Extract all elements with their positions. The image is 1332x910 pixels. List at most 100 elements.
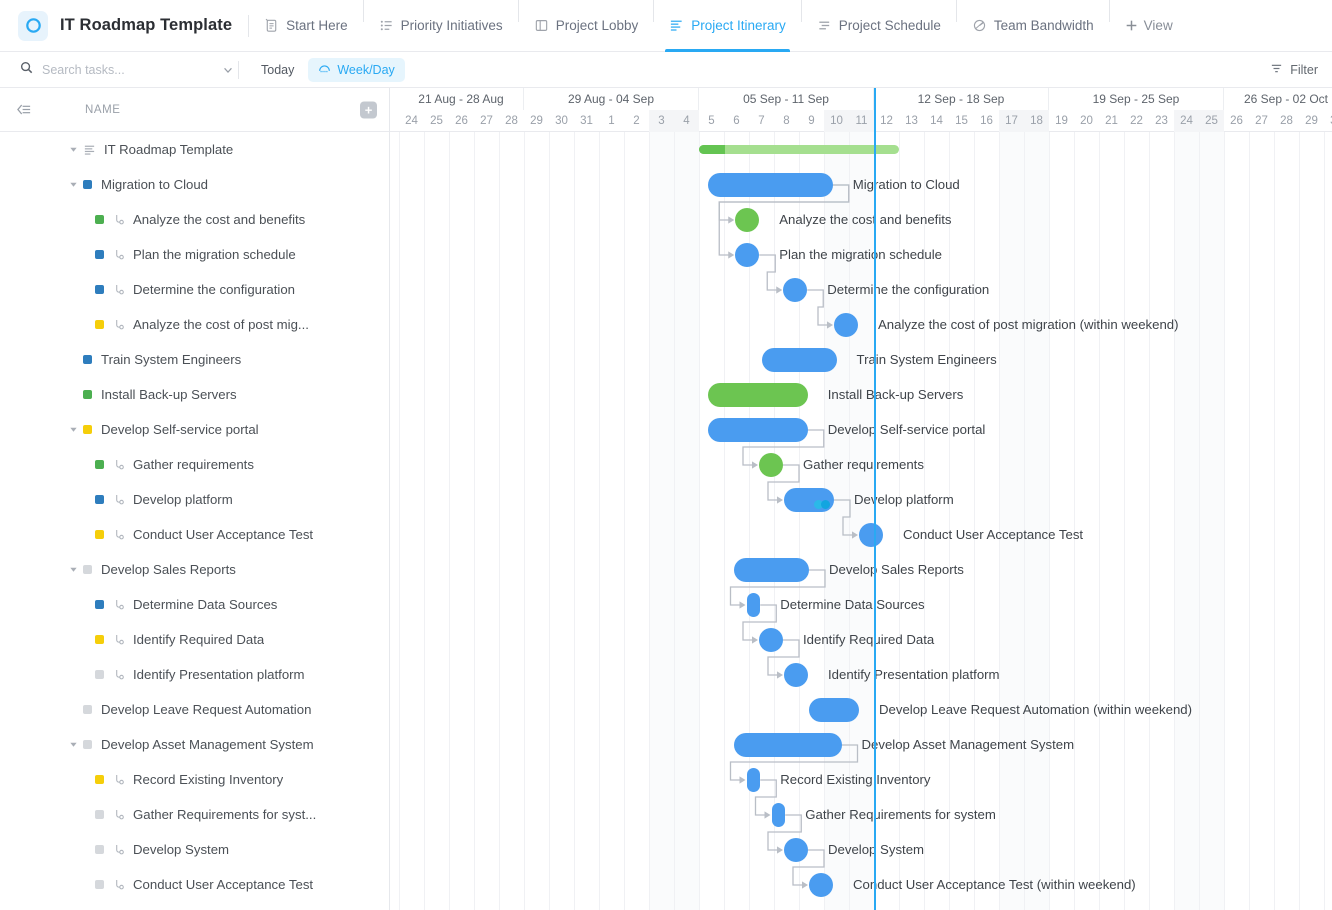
add-view-button[interactable]: View — [1112, 0, 1186, 52]
status-badge — [95, 880, 104, 889]
chevron-down-icon[interactable] — [66, 143, 80, 157]
tab-label: View — [1144, 18, 1173, 33]
main-area: NAME + IT Roadmap TemplateMigration to C… — [0, 88, 1332, 910]
task-row-14[interactable]: Identify Required Data — [0, 622, 389, 657]
chevron-down-icon[interactable] — [66, 738, 80, 752]
gantt-bar[interactable] — [772, 803, 786, 827]
task-row-10[interactable]: Develop platform — [0, 482, 389, 517]
collapse-sidebar-icon[interactable] — [12, 98, 37, 121]
tab-label: Project Schedule — [839, 18, 941, 33]
day-header-cell: 23 — [1149, 110, 1174, 132]
task-name-label: Develop Asset Management System — [101, 737, 314, 752]
divider — [238, 61, 239, 79]
week-header-cell: 05 Sep - 11 Sep — [699, 88, 874, 110]
task-row-2[interactable]: Analyze the cost and benefits — [0, 202, 389, 237]
day-header-cell: 28 — [499, 110, 524, 132]
tab-project-schedule[interactable]: Project Schedule — [804, 0, 954, 52]
status-badge — [95, 845, 104, 854]
gantt-bar[interactable] — [708, 173, 833, 197]
gantt-milestone[interactable] — [859, 523, 883, 547]
gantt-bar[interactable] — [734, 733, 842, 757]
gantt-milestone[interactable] — [759, 628, 783, 652]
tab-team-bandwidth[interactable]: Team Bandwidth — [959, 0, 1107, 52]
task-row-8[interactable]: Develop Self-service portal — [0, 412, 389, 447]
task-name-label: Record Existing Inventory — [133, 772, 283, 787]
gantt-bar[interactable] — [809, 698, 859, 722]
project-progress-bar[interactable] — [699, 145, 899, 154]
add-column-button[interactable]: + — [360, 101, 377, 118]
search-box[interactable] — [20, 61, 234, 79]
status-badge — [95, 215, 104, 224]
task-name-label: Analyze the cost of post mig... — [133, 317, 309, 332]
circle-logo-icon — [18, 11, 48, 41]
gantt-bar[interactable] — [747, 768, 761, 792]
gantt-row-16: Develop Leave Request Automation (within… — [390, 692, 1332, 727]
gantt-bar[interactable] — [762, 348, 837, 372]
task-row-1[interactable]: Migration to Cloud — [0, 167, 389, 202]
gantt-milestone[interactable] — [784, 663, 808, 687]
tab-project-lobby[interactable]: Project Lobby — [521, 0, 652, 52]
task-row-3[interactable]: Plan the migration schedule — [0, 237, 389, 272]
task-row-11[interactable]: Conduct User Acceptance Test — [0, 517, 389, 552]
gantt-milestone[interactable] — [735, 208, 759, 232]
gantt-row-20: Develop System — [390, 832, 1332, 867]
tab-project-itinerary[interactable]: Project Itinerary — [656, 0, 799, 52]
status-badge — [95, 600, 104, 609]
chevron-down-icon[interactable] — [66, 423, 80, 437]
task-row-13[interactable]: Determine Data Sources — [0, 587, 389, 622]
divider — [653, 0, 654, 22]
gantt-bar-label: Conduct User Acceptance Test — [903, 517, 1083, 552]
subtask-icon — [113, 633, 126, 646]
gantt-bar[interactable] — [747, 593, 761, 617]
task-row-15[interactable]: Identify Presentation platform — [0, 657, 389, 692]
tab-priority-initiatives[interactable]: Priority Initiatives — [366, 0, 516, 52]
gantt-milestone[interactable] — [759, 453, 783, 477]
task-row-0[interactable]: IT Roadmap Template — [0, 132, 389, 167]
board-icon — [534, 18, 549, 33]
day-header-cell: 30 — [1324, 110, 1332, 132]
status-badge — [95, 250, 104, 259]
chevron-down-icon[interactable] — [66, 178, 80, 192]
day-header-row: 2425262728293031123456789101112131415161… — [390, 110, 1332, 132]
task-row-12[interactable]: Develop Sales Reports — [0, 552, 389, 587]
task-row-19[interactable]: Gather Requirements for syst... — [0, 797, 389, 832]
zoom-level-button[interactable]: Week/Day — [308, 58, 404, 82]
task-row-20[interactable]: Develop System — [0, 832, 389, 867]
week-header-cell: 19 Sep - 25 Sep — [1049, 88, 1224, 110]
task-row-18[interactable]: Record Existing Inventory — [0, 762, 389, 797]
gantt-bar[interactable] — [734, 558, 809, 582]
gantt-milestone[interactable] — [735, 243, 759, 267]
day-header-cell: 2 — [624, 110, 649, 132]
week-header-cell: 12 Sep - 18 Sep — [874, 88, 1049, 110]
day-header-cell: 24 — [1174, 110, 1199, 132]
task-name-label: Develop Leave Request Automation — [101, 702, 311, 717]
filter-button[interactable]: Filter — [1270, 62, 1318, 78]
day-header-cell: 22 — [1124, 110, 1149, 132]
gantt-row-7: Install Back-up Servers — [390, 377, 1332, 412]
task-name-label: Conduct User Acceptance Test — [133, 527, 313, 542]
task-row-7[interactable]: Install Back-up Servers — [0, 377, 389, 412]
today-button[interactable]: Today — [253, 60, 302, 80]
tab-start-here[interactable]: Start Here — [251, 0, 361, 52]
subtask-icon — [113, 773, 126, 786]
task-row-4[interactable]: Determine the configuration — [0, 272, 389, 307]
search-input[interactable] — [42, 63, 202, 77]
gantt-milestone[interactable] — [834, 313, 858, 337]
task-row-5[interactable]: Analyze the cost of post mig... — [0, 307, 389, 342]
gantt-milestone[interactable] — [784, 838, 808, 862]
subtask-icon — [113, 668, 126, 681]
gantt-milestone[interactable] — [809, 873, 833, 897]
chevron-down-icon[interactable] — [66, 563, 80, 577]
task-row-16[interactable]: Develop Leave Request Automation — [0, 692, 389, 727]
gantt-row-5: Analyze the cost of post migration (with… — [390, 307, 1332, 342]
task-row-17[interactable]: Develop Asset Management System — [0, 727, 389, 762]
task-row-21[interactable]: Conduct User Acceptance Test — [0, 867, 389, 902]
task-row-6[interactable]: Train System Engineers — [0, 342, 389, 377]
gantt-bar[interactable] — [708, 383, 808, 407]
gantt-bar-label: Analyze the cost and benefits — [779, 202, 951, 237]
gantt-milestone[interactable] — [783, 278, 807, 302]
gantt-bar[interactable] — [708, 418, 808, 442]
task-row-9[interactable]: Gather requirements — [0, 447, 389, 482]
assignee-avatars[interactable] — [816, 500, 830, 509]
chevron-down-icon[interactable] — [222, 64, 234, 76]
